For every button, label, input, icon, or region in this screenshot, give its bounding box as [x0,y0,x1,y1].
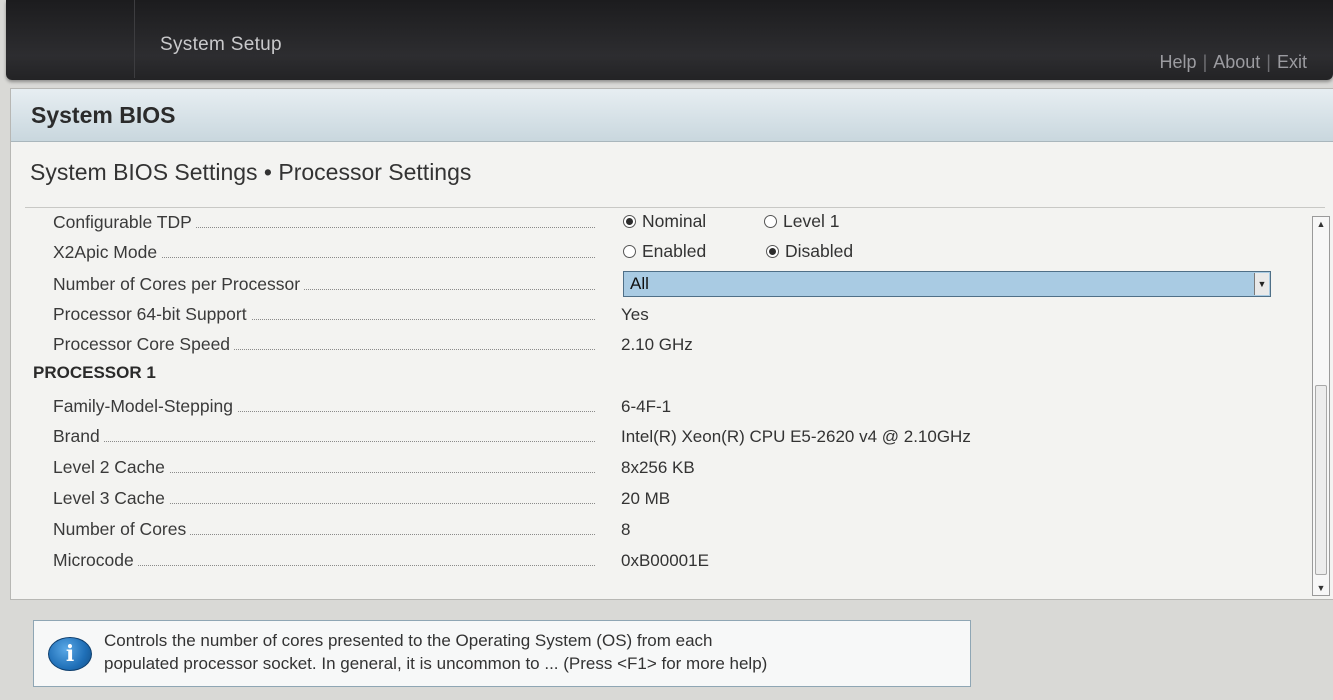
x2apic-disabled-radio[interactable]: Disabled [766,241,853,262]
top-header-bar: System Setup Help | About | Exit [6,0,1333,80]
x2apic-mode-label: X2Apic Mode [53,242,162,263]
row-label: Microcode [53,550,138,571]
page-subtitle: System BIOS Settings • Processor Setting… [30,159,472,185]
row-value: 6-4F-1 [621,397,672,416]
dotted-leader [55,441,595,442]
help-box: i Controls the number of cores presented… [33,620,971,687]
scroll-up-icon[interactable]: ▲ [1313,217,1329,231]
processor-64bit-value: Yes [621,305,649,324]
info-icon: i [48,637,92,671]
row-value: 8 [621,520,631,539]
row-label: Level 3 Cache [53,488,169,509]
section-title: System BIOS [31,102,176,128]
configurable-tdp-label: Configurable TDP [53,212,196,233]
cores-per-processor-label: Number of Cores per Processor [53,274,305,295]
core-speed-label: Processor Core Speed [53,334,235,355]
dropdown-value: All [630,274,649,293]
link-separator: | [1266,52,1271,72]
cores-per-processor-dropdown[interactable]: All ▼ [623,271,1271,297]
info-row: Family-Model-Stepping 6-4F-1 [11,393,1311,421]
radio-label: Enabled [642,241,707,261]
row-value: 8x256 KB [621,458,695,477]
processor1-heading: PROCESSOR 1 [33,363,156,382]
section-header: System BIOS [11,89,1333,142]
row-label: Family-Model-Stepping [53,396,237,417]
x2apic-mode-row: X2Apic Mode Enabled Disabled [11,239,1311,267]
info-row: Level 3 Cache 20 MB [11,485,1311,513]
row-label: Level 2 Cache [53,457,169,478]
link-separator: | [1202,52,1208,72]
help-line: populated processor socket. In general, … [104,654,768,673]
help-link[interactable]: Help [1160,52,1197,72]
scrollbar-thumb[interactable] [1315,385,1327,575]
x2apic-enabled-radio[interactable]: Enabled [623,241,706,262]
core-speed-value: 2.10 GHz [621,335,693,354]
row-label: Number of Cores [53,519,191,540]
radio-selected-icon [766,245,779,258]
info-row: Microcode 0xB00001E [11,547,1311,575]
radio-label: Level 1 [783,211,840,231]
about-link[interactable]: About [1213,52,1260,72]
row-value: Intel(R) Xeon(R) CPU E5-2620 v4 @ 2.10GH… [621,427,971,446]
row-value: 20 MB [621,489,671,508]
row-label: Brand [53,426,104,447]
radio-unselected-icon [623,245,636,258]
processor-64bit-row: Processor 64-bit Support Yes [11,301,1311,329]
radio-label: Nominal [642,211,707,231]
cores-per-processor-row: Number of Cores per Processor All ▼ [11,271,1311,299]
divider [25,207,1325,208]
chevron-down-icon[interactable]: ▼ [1254,273,1269,295]
info-row: Number of Cores 8 [11,516,1311,544]
row-value: 0xB00001E [621,551,709,570]
tdp-nominal-radio[interactable]: Nominal [623,211,706,232]
vertical-scrollbar[interactable]: ▲ ▼ [1312,216,1330,596]
exit-link[interactable]: Exit [1277,52,1307,72]
info-row: Brand Intel(R) Xeon(R) CPU E5-2620 v4 @ … [11,423,1311,451]
settings-panel: System BIOS System BIOS Settings • Proce… [10,88,1333,600]
info-row: Level 2 Cache 8x256 KB [11,454,1311,482]
scroll-down-icon[interactable]: ▼ [1313,581,1329,595]
help-text: Controls the number of cores presented t… [104,629,954,675]
tdp-level1-radio[interactable]: Level 1 [764,211,839,232]
app-title: System Setup [160,34,282,55]
logo-area [6,0,135,78]
processor-64bit-label: Processor 64-bit Support [53,304,251,325]
configurable-tdp-row: Configurable TDP Nominal Level 1 [11,209,1311,237]
core-speed-row: Processor Core Speed 2.10 GHz [11,331,1311,359]
help-line: Controls the number of cores presented t… [104,631,713,650]
radio-label: Disabled [785,241,854,261]
radio-unselected-icon [764,215,777,228]
radio-selected-icon [623,215,636,228]
header-links: Help | About | Exit [1160,52,1307,73]
